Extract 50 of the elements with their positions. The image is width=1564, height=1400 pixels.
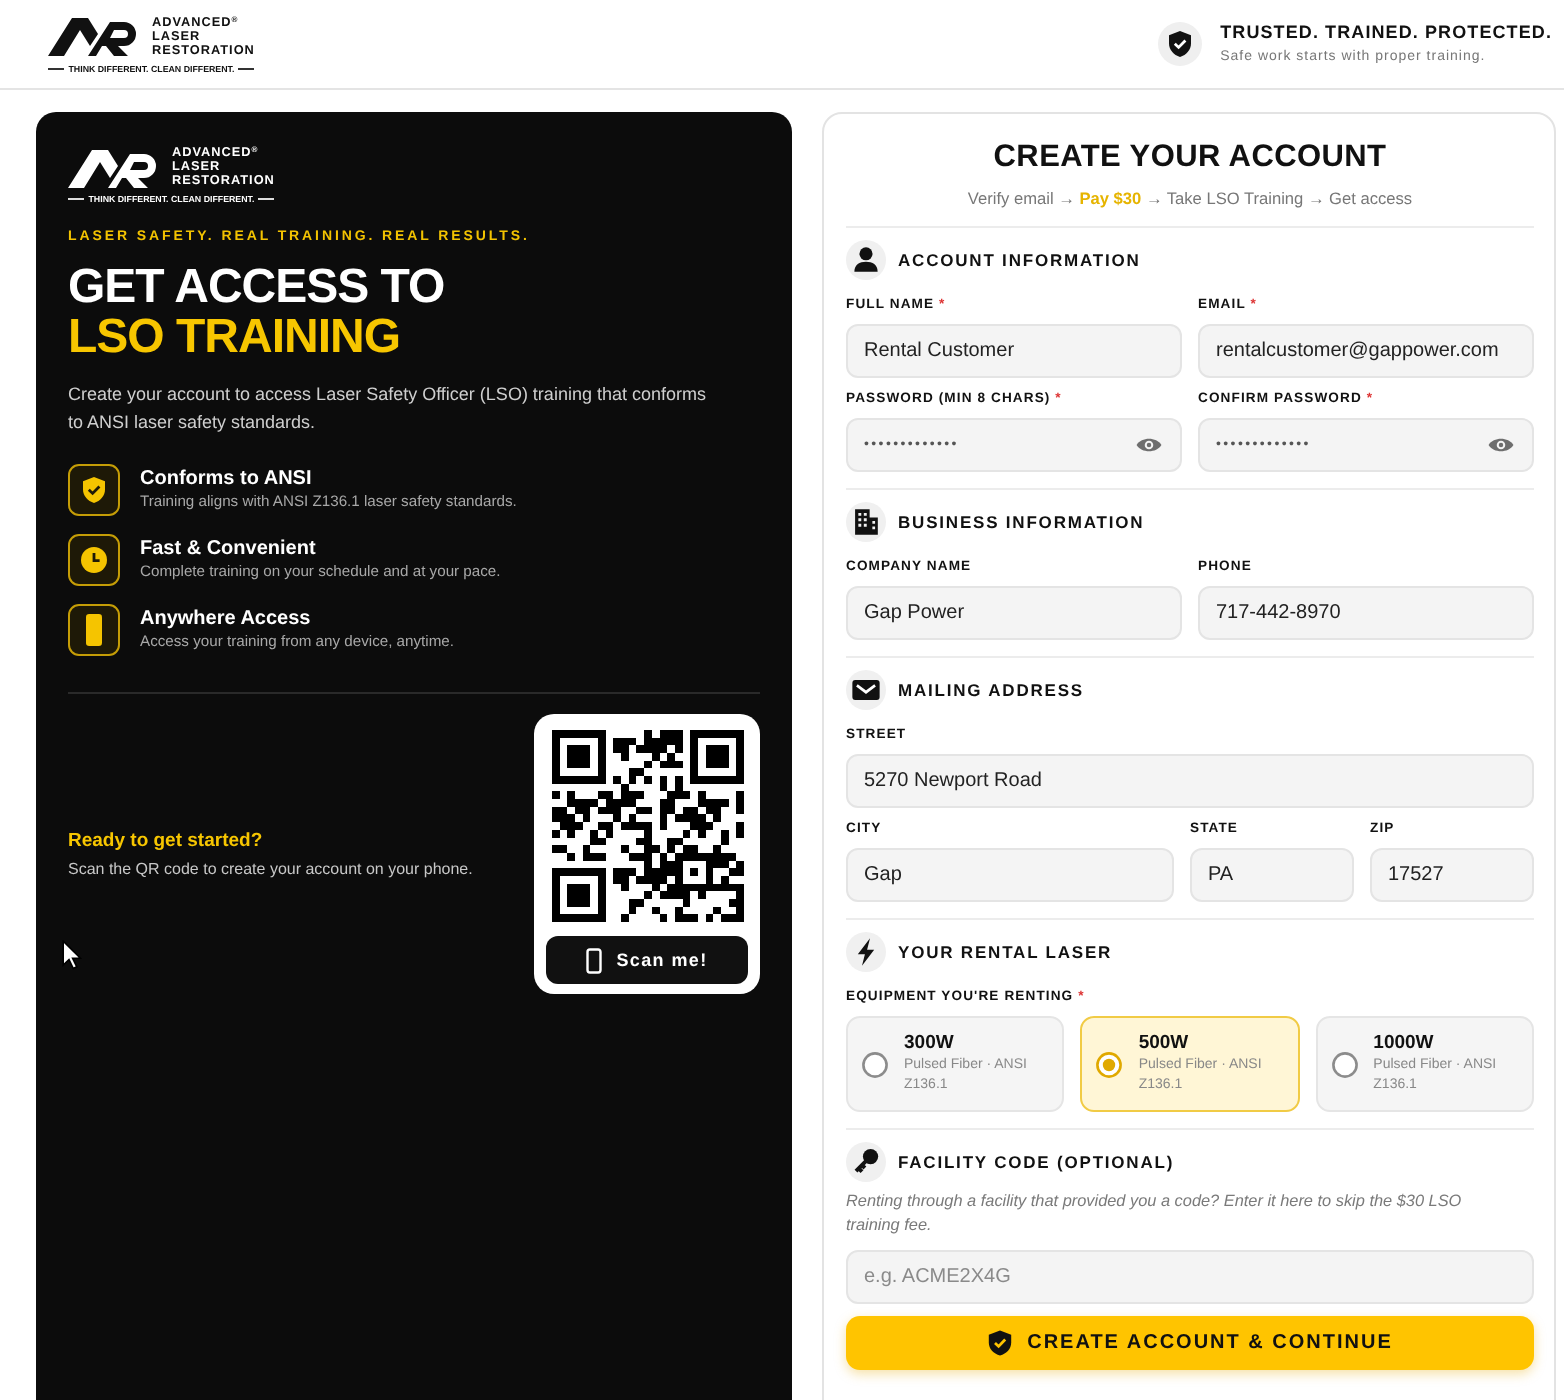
trust-title: TRUSTED. TRAINED. PROTECTED. [1220, 20, 1552, 44]
feature-title: Anywhere Access [140, 606, 313, 632]
radio-button[interactable] [1331, 1051, 1358, 1077]
option-title: 500W [1138, 1032, 1191, 1056]
eye-icon[interactable] [1136, 436, 1162, 454]
text-input[interactable]: e.g. ACME2X4G [846, 1250, 1534, 1304]
text-input[interactable]: Rental Customer [846, 324, 1182, 378]
section-title: ACCOUNT INFORMATION [898, 248, 1141, 272]
lightning-icon [846, 932, 886, 972]
text-input[interactable]: Gap [846, 848, 1174, 902]
qr-description: Scan the QR code to create your account on your phone. [68, 857, 473, 881]
hero-description: Create your account to access Laser Safety Officer (LSO) training that conforms to ANSI laser safety standards. [68, 382, 708, 436]
shield-check-icon [68, 464, 120, 516]
form-title: CREATE YOUR ACCOUNT [991, 138, 1389, 178]
create-account-button[interactable]: CREATE ACCOUNT & CONTINUE [846, 1316, 1534, 1370]
radio-button[interactable] [862, 1051, 888, 1077]
option-title: 1000W [1373, 1032, 1436, 1056]
signup-steps: Verify email → Pay $30 → Take LSO Training → Get access [846, 186, 1534, 210]
person-icon [846, 240, 886, 280]
text-input[interactable]: rentalcustomer@gappower.com [1198, 324, 1534, 378]
shield-check-icon [1158, 22, 1203, 66]
clock-icon [68, 534, 120, 586]
text-input[interactable]: 17527 [1370, 848, 1534, 902]
option-title: 300W [904, 1032, 956, 1056]
feature-title: Conforms to ANSI [140, 466, 314, 492]
phone-icon [586, 947, 603, 973]
building-icon [846, 502, 886, 542]
section-note: Renting through a facility that provided you a code? Enter it here to skip the $30 LSO training fee. [846, 1190, 1464, 1238]
key-icon [846, 1142, 886, 1182]
hero-heading: GET ACCESS TO LSO TRAINING [68, 262, 447, 362]
logo-mark-icon [48, 16, 140, 56]
text-input[interactable]: Gap Power [846, 586, 1182, 640]
section-title: MAILING ADDRESS [898, 678, 1084, 702]
text-input[interactable]: PA [1190, 848, 1354, 902]
text-input[interactable]: 717-442-8970 [1198, 586, 1534, 640]
radio-button[interactable] [1096, 1051, 1123, 1077]
section-title: FACILITY CODE (OPTIONAL) [898, 1150, 1175, 1174]
section-title: BUSINESS INFORMATION [898, 510, 1145, 534]
qr-heading: Ready to get started? [68, 827, 265, 853]
section-title: YOUR RENTAL LASER [898, 940, 1113, 964]
phone-icon [68, 604, 120, 656]
mouse-cursor-icon [62, 940, 82, 970]
shield-check-icon [987, 1330, 1012, 1356]
qr-code-icon [551, 730, 743, 922]
eye-icon[interactable] [1488, 436, 1514, 454]
envelope-icon [846, 670, 886, 710]
text-input[interactable]: 5270 Newport Road [846, 754, 1534, 808]
feature-title: Fast & Convenient [140, 536, 318, 562]
scan-me-button[interactable]: Scan me! [546, 936, 748, 984]
logo-mark-icon [68, 147, 160, 187]
